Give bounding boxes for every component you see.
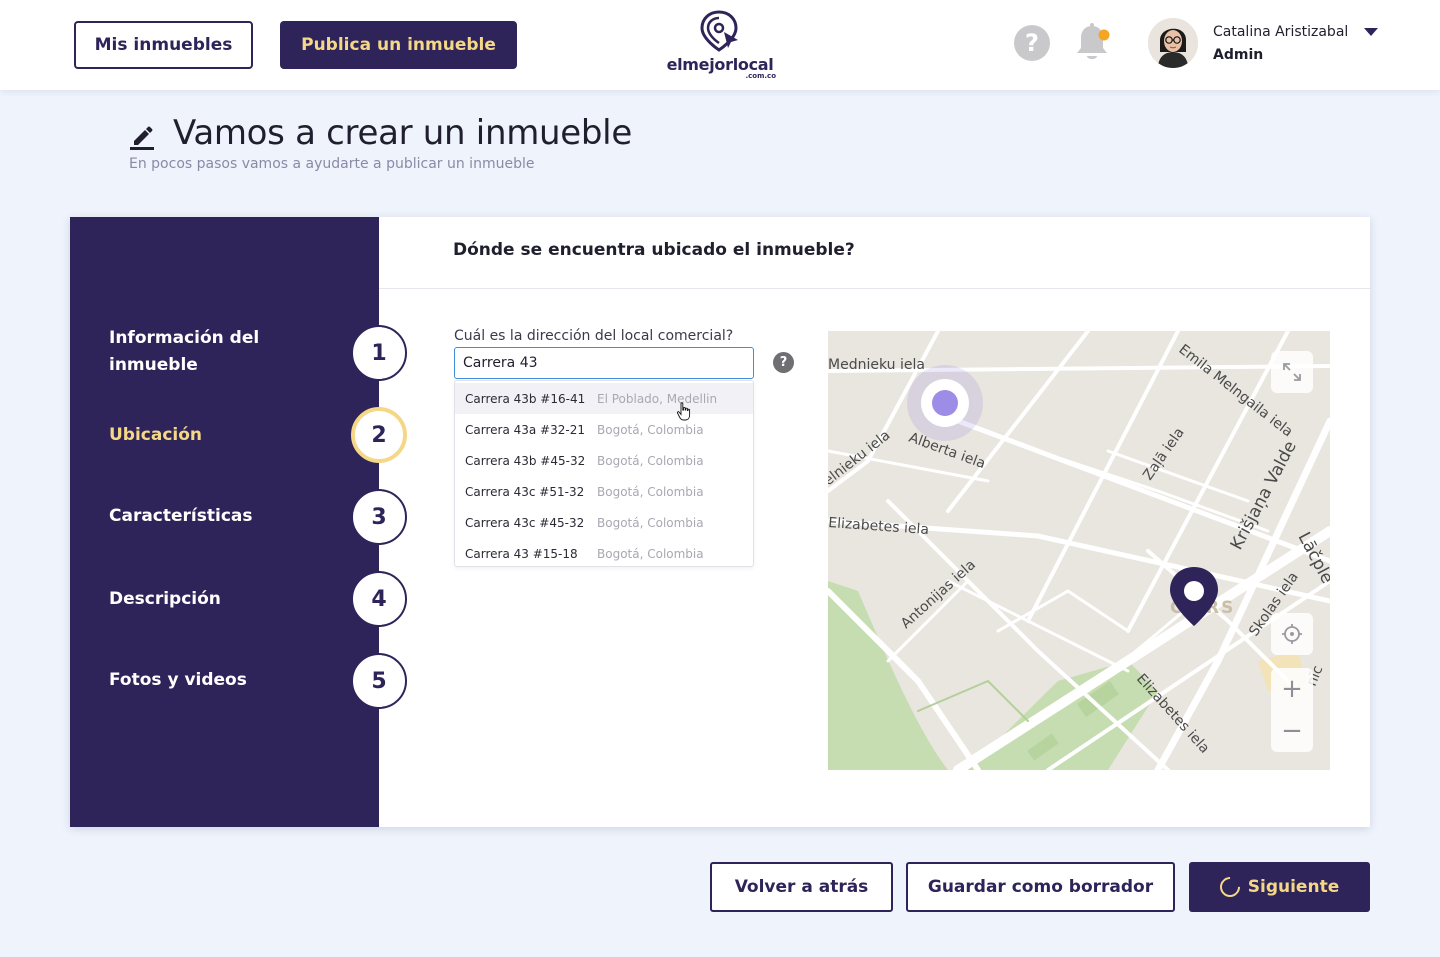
wizard-card: Información del inmueble 1 Ubicación 2 C… (70, 217, 1370, 827)
suggestion-city: Bogotá, Colombia (597, 515, 704, 530)
logo-domain: .com.co (745, 72, 776, 80)
address-input[interactable] (454, 347, 754, 379)
step-label-location[interactable]: Ubicación (109, 422, 202, 449)
suggestion-item[interactable]: Carrera 43 #15-18 Bogotá, Colombia (455, 538, 753, 566)
address-suggestions: Carrera 43b #16-41 El Poblado, Medellin … (454, 380, 754, 567)
locate-icon[interactable] (1271, 613, 1313, 655)
caret-down-icon[interactable] (1364, 28, 1378, 36)
loading-spinner-icon (1215, 872, 1244, 902)
zoom-in-button[interactable]: + (1271, 668, 1313, 710)
publish-property-button[interactable]: Publica un inmueble (280, 21, 517, 69)
section-title: Dónde se encuentra ubicado el inmueble? (453, 240, 855, 260)
suggestion-item[interactable]: Carrera 43a #32-21 Bogotá, Colombia (455, 414, 753, 445)
address-label: Cuál es la dirección del local comercial… (454, 328, 734, 344)
suggestion-street: Carrera 43c #51-32 (465, 484, 585, 499)
map-street-label: Mednieku iela (828, 357, 925, 373)
steps-sidebar: Información del inmueble 1 Ubicación 2 C… (70, 217, 407, 827)
suggestion-city: Bogotá, Colombia (597, 484, 704, 499)
site-logo[interactable]: elmejorlocal .com.co (660, 10, 780, 80)
step-number-3[interactable]: 3 (351, 489, 407, 545)
divider (379, 288, 1370, 289)
step-number-1[interactable]: 1 (351, 325, 407, 381)
pencil-icon (129, 124, 157, 150)
step-number-4[interactable]: 4 (351, 571, 407, 627)
location-pin-logo-icon (700, 10, 738, 52)
suggestion-street: Carrera 43b #45-32 (465, 453, 586, 468)
zoom-control: + − (1271, 668, 1313, 752)
step-label-description[interactable]: Descripción (109, 586, 221, 613)
help-icon[interactable]: ? (1014, 25, 1050, 61)
zoom-out-button[interactable]: − (1271, 710, 1313, 752)
suggestion-city: El Poblado, Medellin (597, 391, 718, 406)
suggestion-city: Bogotá, Colombia (597, 453, 704, 468)
hand-cursor-icon (676, 402, 692, 422)
suggestion-item[interactable]: Carrera 43b #16-41 El Poblado, Medellin (455, 383, 753, 414)
step-number-5[interactable]: 5 (351, 653, 407, 709)
suggestion-item[interactable]: Carrera 43c #45-32 Bogotá, Colombia (455, 507, 753, 538)
suggestion-city: Bogotá, Colombia (597, 546, 704, 561)
back-button[interactable]: Volver a atrás (710, 862, 893, 912)
map-tiles: Mednieku iela Emila Melngaila iela Alber… (828, 331, 1330, 770)
fullscreen-icon[interactable] (1271, 351, 1313, 393)
bell-icon[interactable] (1074, 22, 1110, 64)
suggestion-street: Carrera 43b #16-41 (465, 391, 586, 406)
user-avatar[interactable] (1148, 18, 1198, 68)
suggestion-item[interactable]: Carrera 43c #51-32 Bogotá, Colombia (455, 476, 753, 507)
help-icon[interactable]: ? (773, 352, 794, 373)
user-role: Admin (1213, 47, 1264, 63)
step-label-property-info[interactable]: Información del inmueble (109, 325, 299, 379)
suggestion-city: Bogotá, Colombia (597, 422, 704, 437)
suggestion-street: Carrera 43a #32-21 (465, 422, 585, 437)
location-map[interactable]: Mednieku iela Emila Melngaila iela Alber… (828, 331, 1330, 770)
suggestion-item[interactable]: Carrera 43b #45-32 Bogotá, Colombia (455, 445, 753, 476)
top-header: Mis inmuebles Publica un inmueble elmejo… (0, 0, 1440, 90)
suggestion-street: Carrera 43c #45-32 (465, 515, 585, 530)
user-name: Catalina Aristizabal (1213, 24, 1349, 40)
suggestion-street: Carrera 43 #15-18 (465, 546, 578, 561)
page-title: Vamos a crear un inmueble (173, 113, 632, 153)
step-label-features[interactable]: Características (109, 503, 253, 530)
my-properties-button[interactable]: Mis inmuebles (74, 21, 253, 69)
next-button-label: Siguiente (1247, 877, 1340, 897)
next-button[interactable]: Siguiente (1189, 862, 1370, 912)
step-number-2[interactable]: 2 (351, 407, 407, 463)
page-subtitle: En pocos pasos vamos a ayudarte a public… (129, 156, 535, 172)
save-draft-button[interactable]: Guardar como borrador (906, 862, 1175, 912)
step-label-photos[interactable]: Fotos y videos (109, 667, 247, 694)
